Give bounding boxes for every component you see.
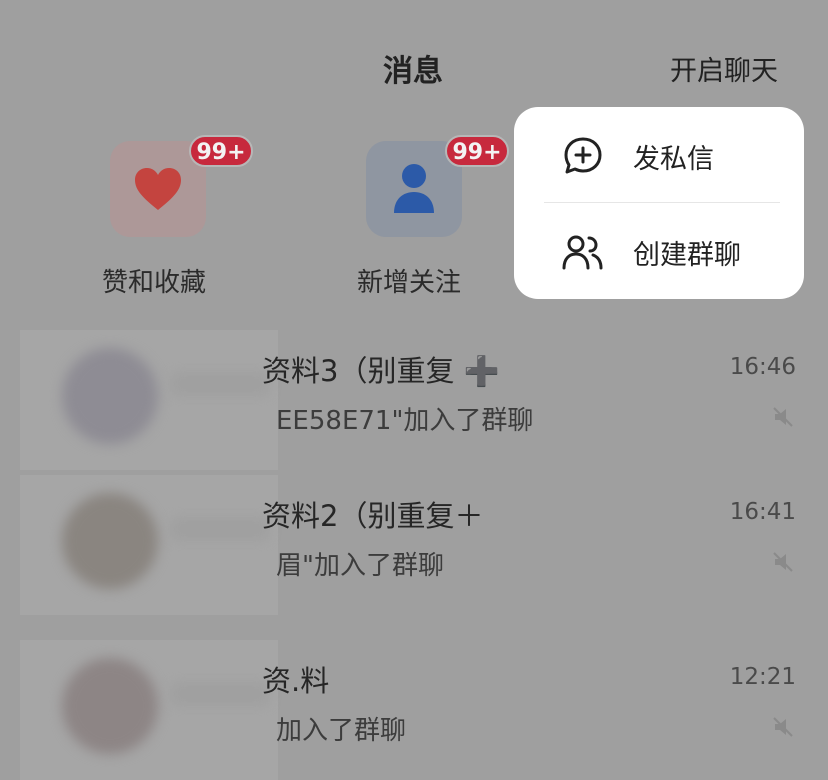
blurred-region — [20, 330, 278, 470]
start-chat-popup-menu: 发私信 创建群聊 — [514, 107, 804, 299]
conversation-item[interactable]: 资料3（别重复 ➕ EE58E71"加入了群聊 16:46 — [0, 330, 828, 470]
conversation-item[interactable]: 资.料 加入了群聊 12:21 — [0, 640, 828, 780]
chat-plus-icon — [564, 137, 602, 174]
avatar — [62, 658, 158, 754]
conversation-name: 资料3（别重复 ➕ — [262, 354, 500, 388]
followers-label: 新增关注 — [357, 268, 462, 298]
mute-icon — [773, 717, 793, 737]
likes-badge: 99+ — [189, 135, 253, 167]
conversation-item[interactable]: 资料2（别重复＋ 眉"加入了群聊 16:41 — [0, 475, 828, 615]
blurred-name — [170, 372, 270, 396]
blurred-name — [170, 517, 270, 541]
group-icon — [562, 235, 603, 270]
blurred-region — [20, 640, 278, 780]
page-title: 消息 — [383, 54, 443, 89]
heart-icon — [135, 168, 181, 210]
likes-label: 赞和收藏 — [102, 268, 207, 298]
conversation-time: 16:46 — [729, 354, 796, 380]
blurred-region — [20, 475, 278, 615]
blurred-name — [170, 682, 270, 706]
conversation-last-message: 眉"加入了群聊 — [276, 551, 444, 581]
avatar — [62, 348, 158, 444]
create-group-chat-item[interactable]: 创建群聊 — [514, 203, 804, 299]
create-group-chat-label: 创建群聊 — [633, 240, 741, 271]
conversation-last-message: 加入了群聊 — [276, 716, 407, 746]
start-chat-button[interactable]: 开启聊天 — [670, 49, 778, 88]
followers-badge: 99+ — [445, 135, 509, 167]
conversation-last-message: EE58E71"加入了群聊 — [276, 406, 534, 436]
person-icon — [394, 164, 434, 213]
avatar — [62, 493, 158, 589]
mute-icon — [773, 407, 793, 427]
conversation-name: 资.料 — [262, 664, 330, 698]
send-private-message-label: 发私信 — [633, 144, 714, 175]
conversation-name: 资料2（别重复＋ — [262, 499, 484, 533]
conversation-time: 16:41 — [729, 499, 796, 525]
send-private-message-item[interactable]: 发私信 — [514, 107, 804, 203]
mute-icon — [773, 552, 793, 572]
conversation-time: 12:21 — [729, 664, 796, 690]
